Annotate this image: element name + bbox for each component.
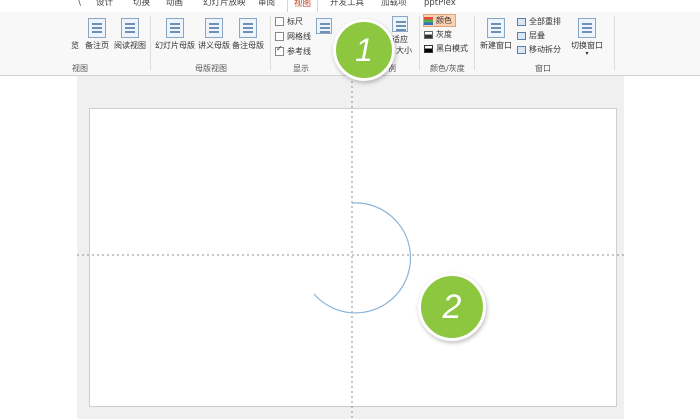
step-badge-2: 2 — [418, 273, 486, 341]
arc-shape[interactable] — [313, 202, 412, 314]
step-badge-1: 1 — [333, 19, 395, 81]
